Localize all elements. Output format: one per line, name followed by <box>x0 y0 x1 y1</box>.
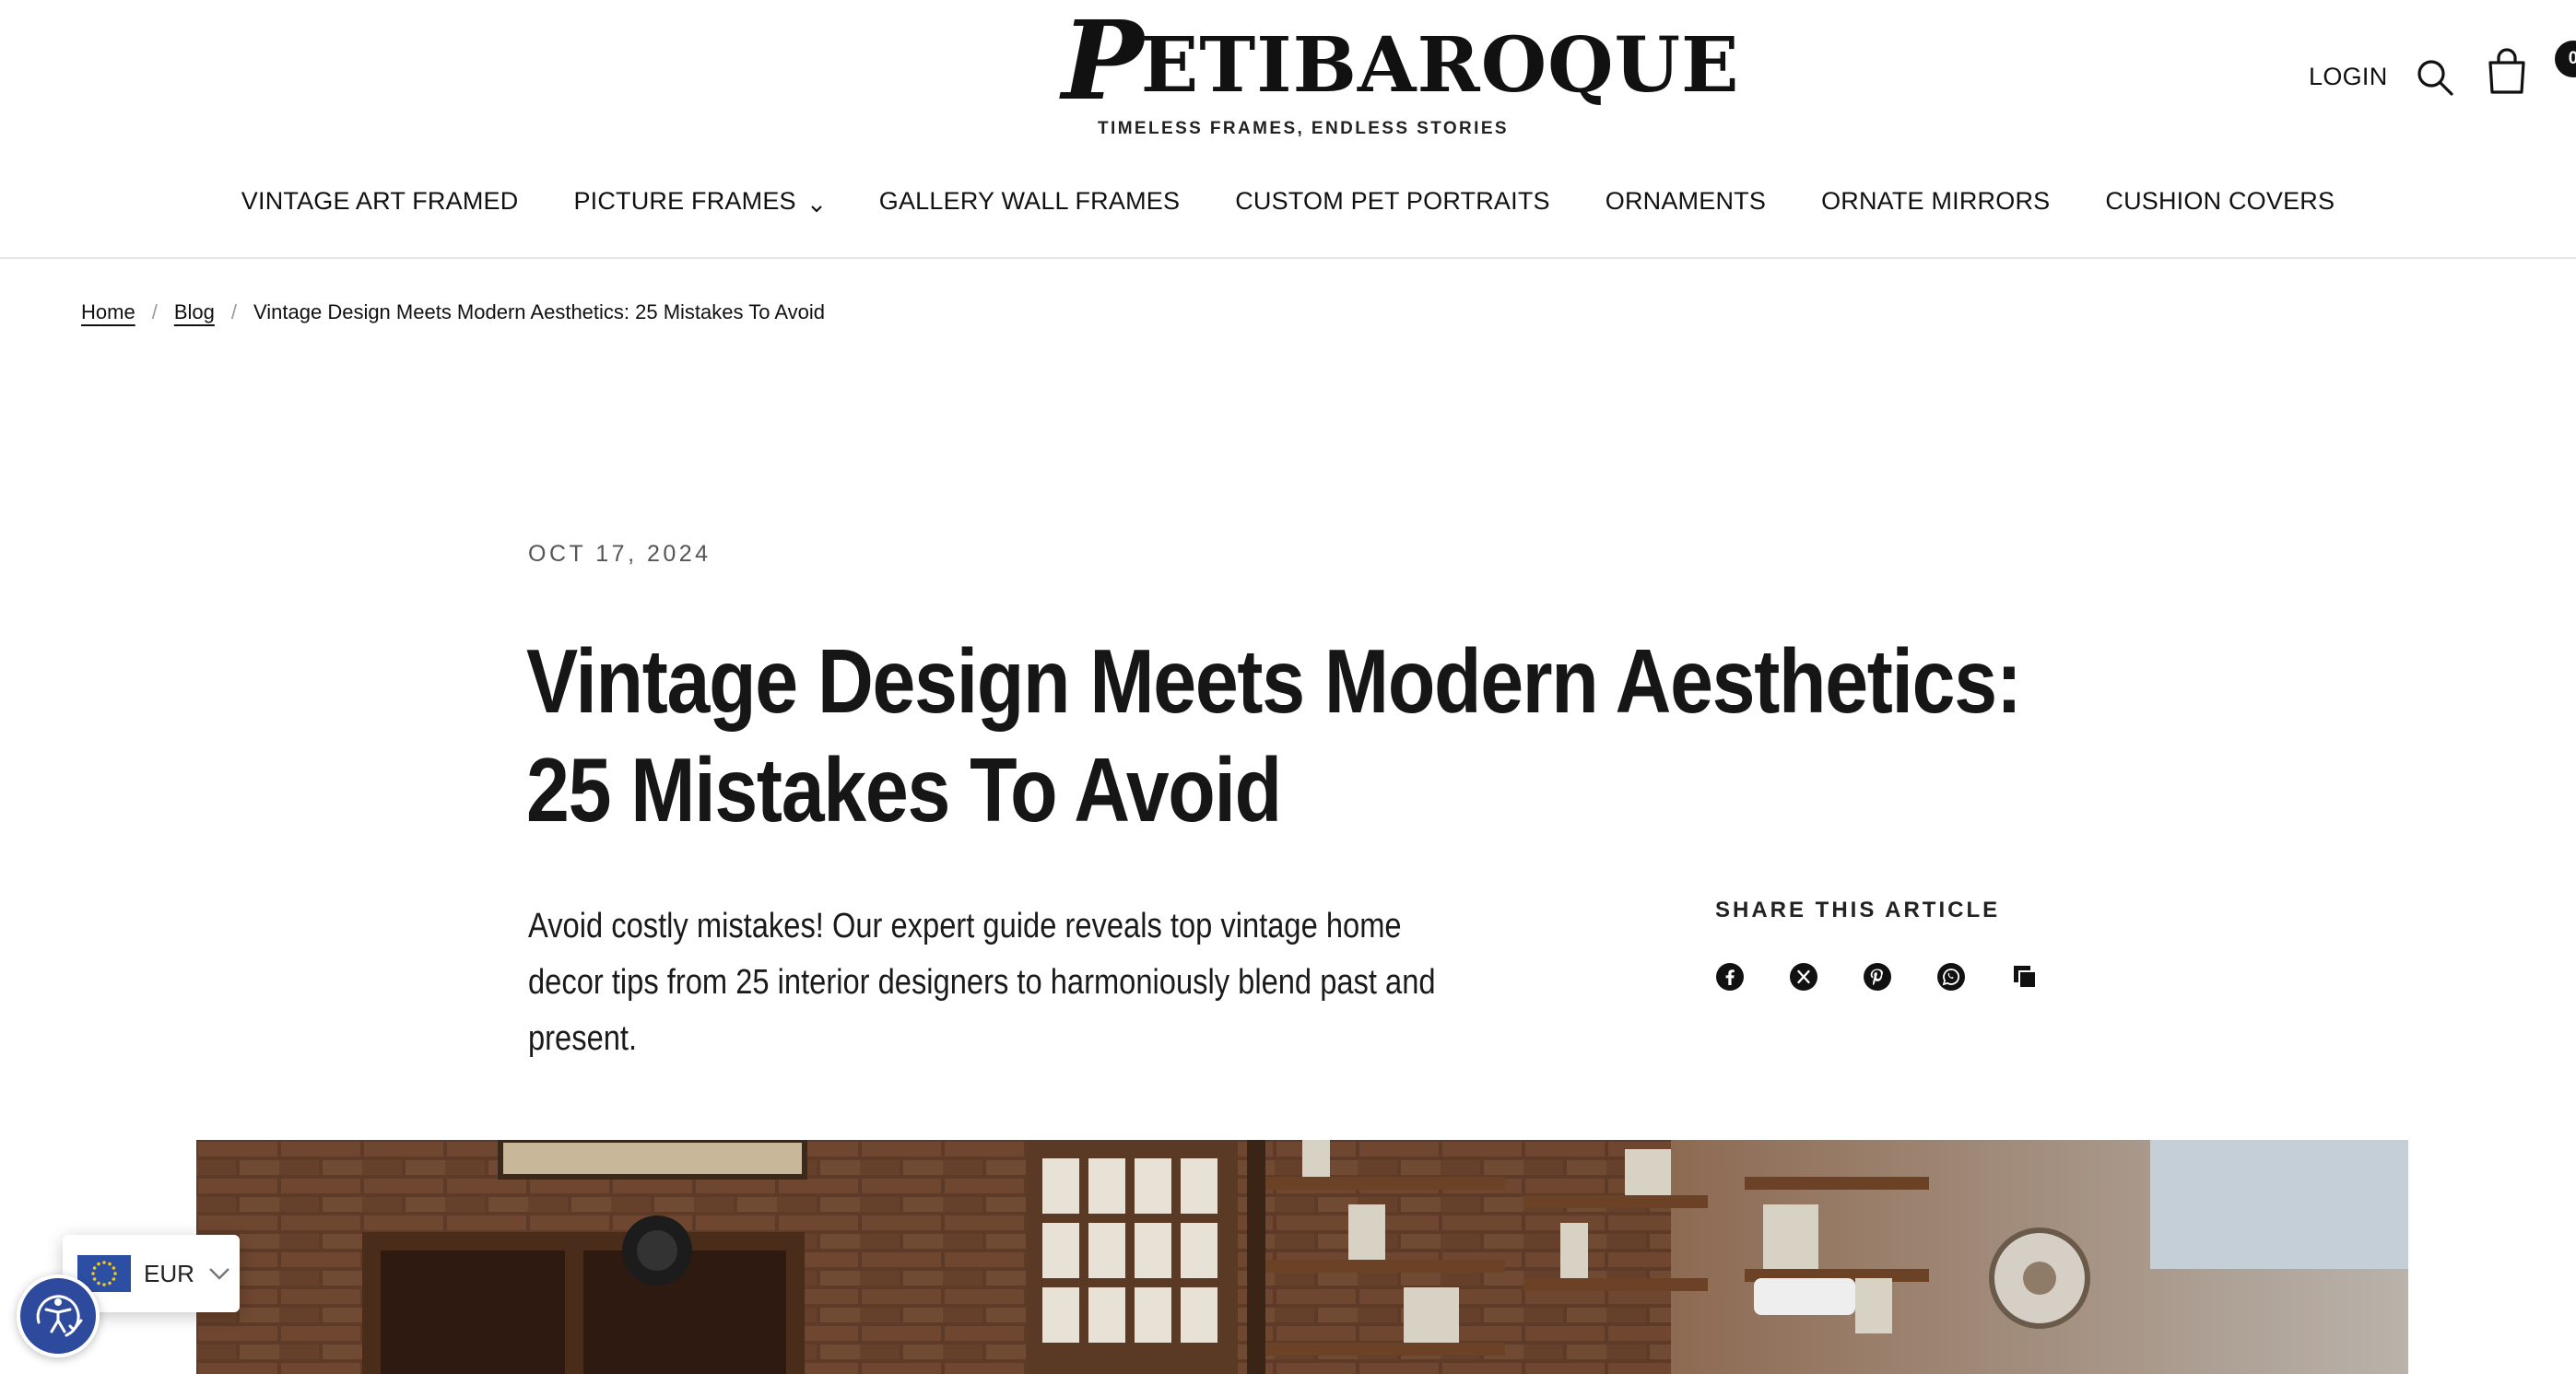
nav-item-label: GALLERY WALL FRAMES <box>878 186 1181 215</box>
nav-item-custom-pet-portraits[interactable]: CUSTOM PET PORTRAITS <box>1235 181 1550 221</box>
search-icon[interactable] <box>2415 57 2455 98</box>
nav-item-ornate-mirrors[interactable]: ORNATE MIRRORS <box>1821 181 2050 221</box>
whatsapp-icon[interactable] <box>1936 962 1966 992</box>
share-panel: SHARE THIS ARTICLE <box>1715 898 2084 992</box>
facebook-icon[interactable] <box>1715 962 1745 992</box>
site-header: PETIBAROQUE TIMELESS FRAMES, ENDLESS STO… <box>0 0 2576 259</box>
copy-link-icon[interactable] <box>2010 962 2040 992</box>
nav-item-label: PICTURE FRAMES <box>573 186 796 215</box>
breadcrumb-separator: / <box>151 300 158 323</box>
nav-item-label: VINTAGE ART FRAMED <box>241 186 519 215</box>
nav-item-label: ORNAMENTS <box>1605 186 1767 215</box>
cart-count-badge: 0 <box>2555 41 2576 77</box>
article-title-line-2: 25 Mistakes To Avoid <box>526 739 1282 840</box>
article-hero-image <box>196 1140 2408 1374</box>
logo-rest: ETIBAROQUE <box>1140 21 1740 110</box>
nav-item-label: CUSHION COVERS <box>2105 186 2335 215</box>
shopping-bag-icon[interactable] <box>2485 48 2549 103</box>
logo-wordmark: PETIBAROQUE <box>1062 6 1739 115</box>
article-date: OCT 17, 2024 <box>528 541 712 567</box>
breadcrumb-home[interactable]: Home <box>81 300 135 324</box>
breadcrumb-current: Vintage Design Meets Modern Aesthetics: … <box>253 300 826 323</box>
breadcrumb-separator: / <box>230 300 237 323</box>
pinterest-icon[interactable] <box>1863 962 1892 992</box>
logo-tagline: TIMELESS FRAMES, ENDLESS STORIES <box>1098 119 1509 138</box>
breadcrumb-blog[interactable]: Blog <box>174 300 215 324</box>
article-excerpt: Avoid costly mistakes! Our expert guide … <box>528 907 1436 1058</box>
chevron-down-icon <box>809 194 824 213</box>
article-title-line-1: Vintage Design Meets Modern Aesthetics: <box>526 630 2022 732</box>
x-icon[interactable] <box>1789 962 1818 992</box>
nav-item-cushion-covers[interactable]: CUSHION COVERS <box>2105 181 2335 221</box>
nav-item-gallery-wall-frames[interactable]: GALLERY WALL FRAMES <box>879 181 1180 221</box>
site-logo[interactable]: PETIBAROQUE TIMELESS FRAMES, ENDLESS STO… <box>1062 6 1739 139</box>
share-icons <box>1715 962 2084 992</box>
nav-item-ornaments[interactable]: ORNAMENTS <box>1606 181 1766 221</box>
chevron-down-icon <box>207 1265 231 1282</box>
nav-item-label: CUSTOM PET PORTRAITS <box>1235 186 1550 215</box>
nav-item-label: ORNATE MIRRORS <box>1821 186 2051 215</box>
accessibility-icon[interactable] <box>17 1274 100 1357</box>
login-link[interactable]: LOGIN <box>2309 63 2388 91</box>
currency-code: EUR <box>144 1259 194 1287</box>
nav-item-vintage-art-framed[interactable]: VINTAGE ART FRAMED <box>241 181 519 221</box>
nav-item-picture-frames[interactable]: PICTURE FRAMES <box>573 181 823 221</box>
breadcrumb: Home / Blog / Vintage Design Meets Moder… <box>81 300 825 324</box>
share-label: SHARE THIS ARTICLE <box>1715 898 2001 922</box>
main-nav: VINTAGE ART FRAMED PICTURE FRAMES GALLER… <box>0 181 2576 221</box>
article-title: Vintage Design Meets Modern Aesthetics: … <box>526 627 2022 844</box>
logo-initial: P <box>1062 0 1145 124</box>
